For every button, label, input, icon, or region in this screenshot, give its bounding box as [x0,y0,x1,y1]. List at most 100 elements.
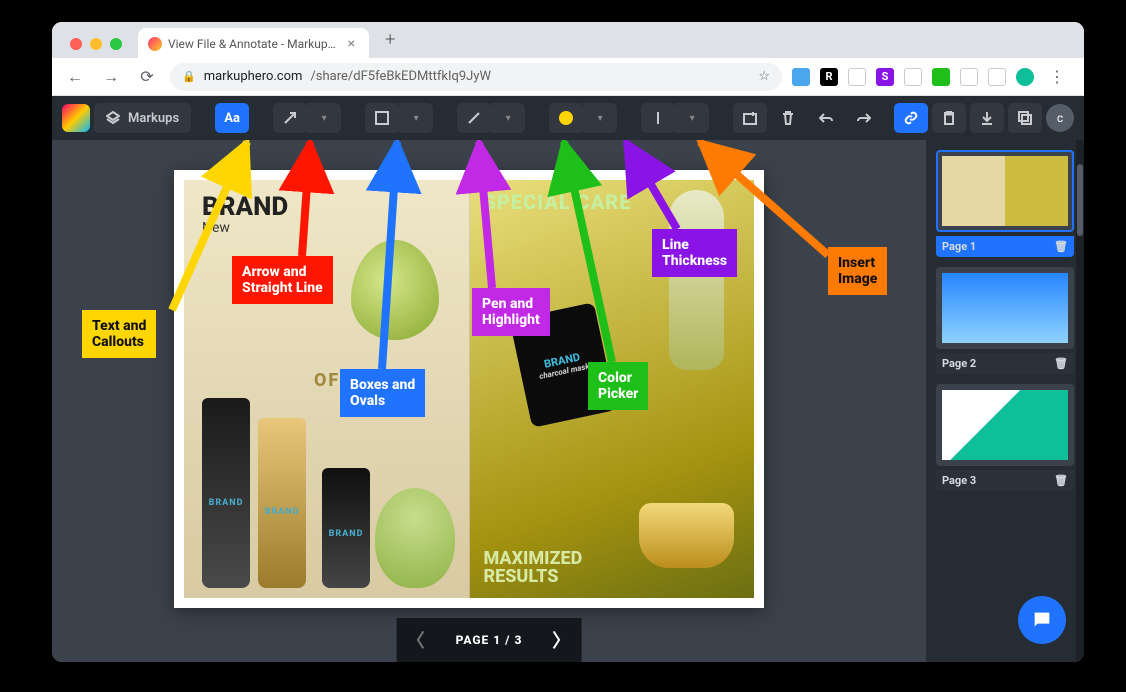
extension-icon[interactable] [848,68,866,86]
tab-favicon-icon [148,37,162,51]
extension-icon[interactable]: S [876,68,894,86]
doc-jar-graphic [639,503,734,568]
nav-reload-button[interactable]: ⟳ [134,67,160,86]
doc-maxres-text: MAXIMIZED RESULTS [484,550,583,586]
pen-tool-button[interactable] [457,103,491,133]
doc-brand-heading: BRAND [202,192,288,222]
insert-image-button[interactable] [733,103,767,133]
pager-prev-button[interactable]: 〈 [407,627,426,653]
line-thickness-button[interactable] [641,103,675,133]
duplicate-button[interactable] [1008,103,1042,133]
redo-button[interactable] [847,103,881,133]
pen-tool-dropdown[interactable]: ▾ [491,103,525,133]
pager-label: PAGE 1 / 3 [456,633,523,647]
page-thumbnail-item[interactable]: Page 3 🗑 [936,384,1074,491]
browser-window: View File & Annotate - Markup… × + ← → ⟳… [52,22,1084,662]
page-thumbnail[interactable] [936,150,1074,232]
nav-forward-button[interactable]: → [98,67,124,87]
doc-tube-small: BRAND [322,468,370,588]
url-input[interactable]: 🔒 markuphero.com/share/dF5feBkEDMttfkIq9… [170,63,782,91]
pager-next-button[interactable]: 〉 [552,627,571,653]
shape-tool-dropdown[interactable]: ▾ [399,103,433,133]
page-thumbnail-label: Page 2 [942,357,976,370]
user-avatar[interactable]: c [1046,104,1074,132]
extension-icon[interactable] [988,68,1006,86]
download-button[interactable] [970,103,1004,133]
doc-bottle-graphic [669,190,724,370]
nav-back-button[interactable]: ← [62,67,88,87]
app-toolbar: Markups Aa ▾ ▾ ▾ ▾ ▾ [52,96,1084,140]
copy-button[interactable] [932,103,966,133]
browser-extensions: R S ⋮ [792,67,1074,86]
chat-icon [1031,609,1053,631]
layers-icon [106,111,120,125]
canvas-stage[interactable]: BRAND New OF SKIN BRAND BRAND BRAND SPEC… [52,140,926,662]
pen-icon [467,111,481,125]
page-thumbnail-footer: Page 1 🗑 [936,236,1074,257]
page-thumbnail[interactable] [936,384,1074,466]
color-swatch-icon [559,111,573,125]
shape-tool-button[interactable] [365,103,399,133]
extension-icon[interactable] [904,68,922,86]
markups-dropdown[interactable]: Markups [94,103,191,133]
color-picker-dropdown[interactable]: ▾ [583,103,617,133]
color-picker-button[interactable] [549,103,583,133]
page-thumbnail-footer: Page 3 🗑 [936,470,1074,491]
callout-line-tool: LineThickness [652,229,737,277]
new-tab-button[interactable]: + [375,22,405,58]
browser-chrome: View File & Annotate - Markup… × + ← → ⟳… [52,22,1084,96]
clipboard-icon [942,111,956,125]
doc-face-mask-graphic [375,488,455,588]
window-close-icon[interactable] [70,38,82,50]
star-icon[interactable]: ☆ [758,69,770,84]
doc-sub-heading: New [202,220,230,236]
page-thumbnail-item[interactable]: Page 2 🗑 [936,267,1074,374]
text-tool-button[interactable]: Aa [215,103,249,133]
lock-icon: 🔒 [182,70,196,83]
page-thumbnail-label: Page 1 [942,240,976,253]
arrow-tool-dropdown[interactable]: ▾ [307,103,341,133]
share-link-button[interactable] [894,103,928,133]
undo-button[interactable] [809,103,843,133]
delete-page-button[interactable]: 🗑 [1054,357,1068,370]
window-zoom-icon[interactable] [110,38,122,50]
arrow-icon [283,111,297,125]
doc-tube-black: BRAND [202,398,250,588]
page-thumbnail[interactable] [936,267,1074,349]
page-thumbnail-footer: Page 2 🗑 [936,353,1074,374]
app-logo-icon[interactable] [62,104,90,132]
browser-tab-bar: View File & Annotate - Markup… × + [52,22,1084,58]
spread-left-page: BRAND New OF SKIN BRAND BRAND BRAND [184,180,470,598]
markups-label: Markups [128,111,179,126]
delete-page-button[interactable]: 🗑 [1054,240,1068,253]
profile-avatar-icon[interactable] [1016,68,1034,86]
page-thumbnail-item[interactable]: Page 1 🗑 [936,150,1074,257]
page-navigator: 〈 PAGE 1 / 3 〉 [397,618,582,662]
extension-icon[interactable]: R [820,68,838,86]
pages-sidebar: Page 1 🗑 Page 2 🗑 Page 3 🗑 [926,140,1084,662]
line-thickness-icon [651,111,665,125]
tab-close-icon[interactable]: × [348,36,355,52]
undo-icon [819,111,833,125]
extension-icon[interactable] [792,68,810,86]
square-icon [375,111,389,125]
doc-tube-gold: BRAND [258,418,306,588]
delete-page-button[interactable]: 🗑 [1054,474,1068,487]
line-thickness-dropdown[interactable]: ▾ [675,103,709,133]
scrollbar-thumb[interactable] [1077,164,1083,236]
doc-lotion-graphic [351,240,439,340]
download-icon [980,111,994,125]
browser-tab-active[interactable]: View File & Annotate - Markup… × [138,28,369,58]
page-thumbnail-label: Page 3 [942,474,976,487]
arrow-tool-button[interactable] [273,103,307,133]
browser-menu-icon[interactable]: ⋮ [1044,67,1070,86]
doc-special-heading: SPECIAL CARE [484,190,632,214]
extension-icon[interactable] [960,68,978,86]
extension-icon[interactable] [932,68,950,86]
markup-app: Markups Aa ▾ ▾ ▾ ▾ ▾ [52,96,1084,662]
callout-shape-tool: Boxes andOvals [340,369,425,417]
window-traffic-lights [60,38,132,58]
delete-button[interactable] [771,103,805,133]
window-minimize-icon[interactable] [90,38,102,50]
support-chat-button[interactable] [1018,596,1066,644]
